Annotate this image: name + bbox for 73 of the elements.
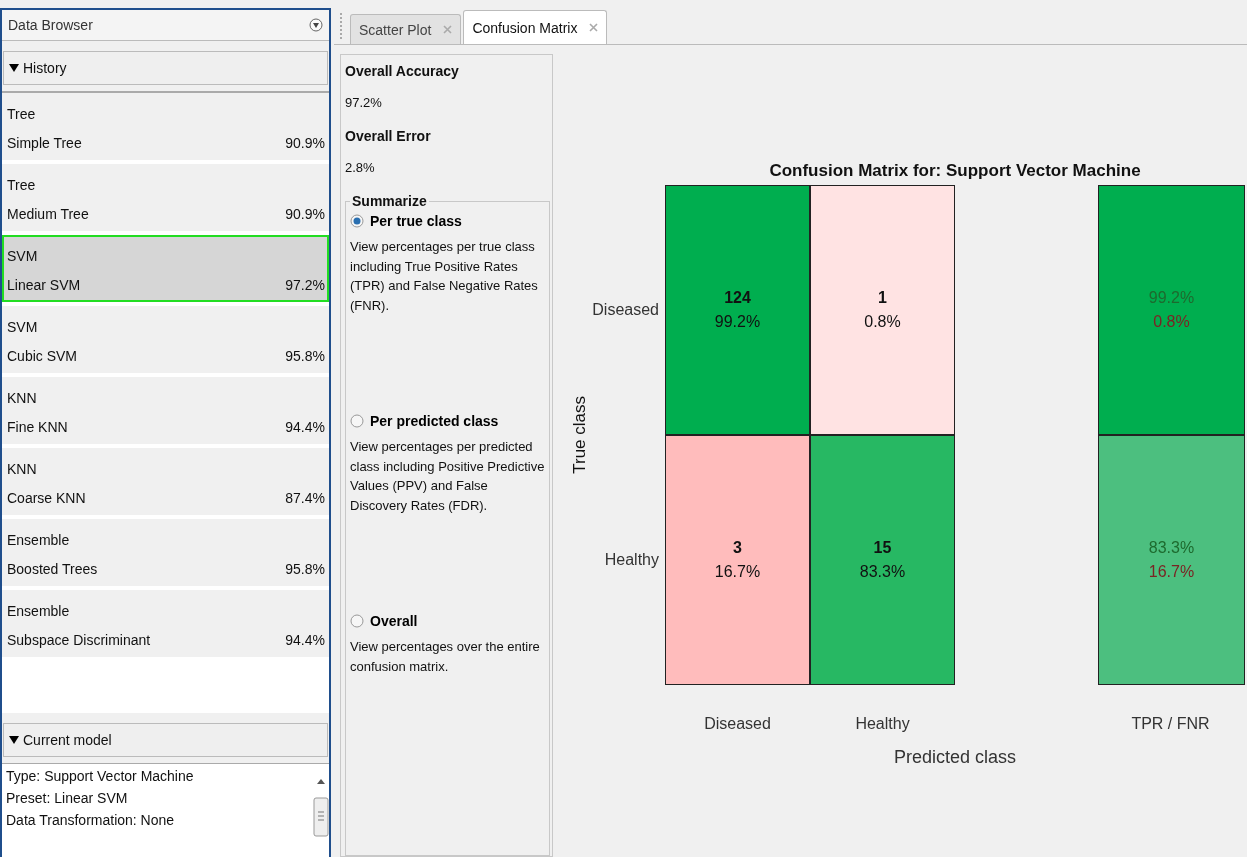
section-header[interactable]: Current model [23,732,112,748]
model-name: Medium Tree [7,206,89,223]
accuracy-value: 94.4% [285,632,325,649]
model-name: Coarse KNN [7,490,86,507]
group-label: Summarize [351,193,428,209]
row-label: Healthy [603,550,660,570]
history-item[interactable]: KNN Coarse KNN 87.4% [2,448,329,515]
panel-title: Data Browser [8,17,93,33]
model-name: Boosted Trees [7,561,98,578]
axis-label: True class [570,396,590,474]
history-item[interactable]: Tree Simple Tree 90.9% [2,93,329,160]
rate-cell: 99.2% 0.8% [1098,185,1245,435]
history-item[interactable]: Ensemble Subspace Discriminant 94.4% [2,590,329,657]
tab[interactable]: Scatter Plot [350,14,462,44]
radio-button[interactable]: Per predicted class [350,413,545,429]
model-type: Ensemble [7,531,71,548]
chart-title: Confusion Matrix for: Support Vector Machine [768,161,1142,182]
rate-cell: 83.3% 16.7% [1098,435,1245,685]
model-name: Linear SVM [7,277,81,294]
collapse-triangle-icon[interactable] [9,735,19,745]
error-label: Overall Error [345,128,432,144]
column-label: TPR / FNR [1130,715,1211,733]
radio-button[interactable]: Per true class [350,213,545,229]
column-label: Diseased [703,715,772,733]
history-item[interactable]: SVM Cubic SVM 95.8% [2,306,329,373]
model-type: Tree [7,105,37,122]
option-description: View percentages per true class including True Positive Rates (TPR) and False Negative Rates (FNR). [350,238,539,315]
accuracy-value: 87.4% [285,490,325,507]
accuracy-value: 97.2% [285,277,325,294]
model-type: Ensemble [7,602,71,619]
accuracy-value: 94.4% [285,419,325,436]
radio-icon[interactable] [350,614,364,628]
dropdown-icon[interactable] [309,18,323,32]
model-detail: Type: Support Vector Machine [6,768,195,784]
close-icon[interactable] [443,25,453,34]
radio-icon[interactable] [350,214,364,228]
accuracy-value: 90.9% [285,206,325,223]
section-header[interactable]: History [23,60,67,76]
model-type: Tree [7,176,37,193]
column-label: Healthy [854,715,911,733]
model-type: SVM [7,318,39,335]
history-item[interactable]: SVM Linear SVM 97.2% [2,235,329,302]
collapse-triangle-icon[interactable] [9,63,19,73]
radio-button[interactable]: Overall [350,613,545,629]
accuracy-label: Overall Accuracy [345,63,460,79]
axis-label: Predicted class [892,747,1018,768]
model-name: Subspace Discriminant [7,632,151,649]
matrix-cell: 124 99.2% [665,185,810,435]
model-name: Fine KNN [7,419,68,436]
matrix-cell: 15 83.3% [810,435,955,685]
history-item[interactable]: Ensemble Boosted Trees 95.8% [2,519,329,586]
accuracy-value: 97.2% [345,95,383,110]
model-detail: Preset: Linear SVM [6,790,129,806]
option-description: View percentages over the entire confusion matrix. [350,638,541,676]
model-name: Simple Tree [7,135,82,152]
option-description: View percentages per predicted class including Positive Predictive Values (PPV) and False Discovery Rates (FDR). [350,438,545,515]
model-name: Cubic SVM [7,348,78,365]
accuracy-value: 90.9% [285,135,325,152]
tab[interactable]: Confusion Matrix [463,10,608,44]
history-item[interactable]: Tree Medium Tree 90.9% [2,164,329,231]
matrix-cell: 3 16.7% [665,435,810,685]
matrix-cell: 1 0.8% [810,185,955,435]
model-type: KNN [7,460,38,477]
history-item[interactable]: KNN Fine KNN 94.4% [2,377,329,444]
model-type: SVM [7,247,39,264]
model-detail: Data Transformation: None [6,812,176,828]
error-value: 2.8% [345,160,376,175]
row-label: Diseased [593,300,660,320]
accuracy-value: 95.8% [285,561,325,578]
model-type: KNN [7,389,38,406]
accuracy-value: 95.8% [285,348,325,365]
radio-icon[interactable] [350,414,364,428]
close-icon[interactable] [589,23,599,32]
